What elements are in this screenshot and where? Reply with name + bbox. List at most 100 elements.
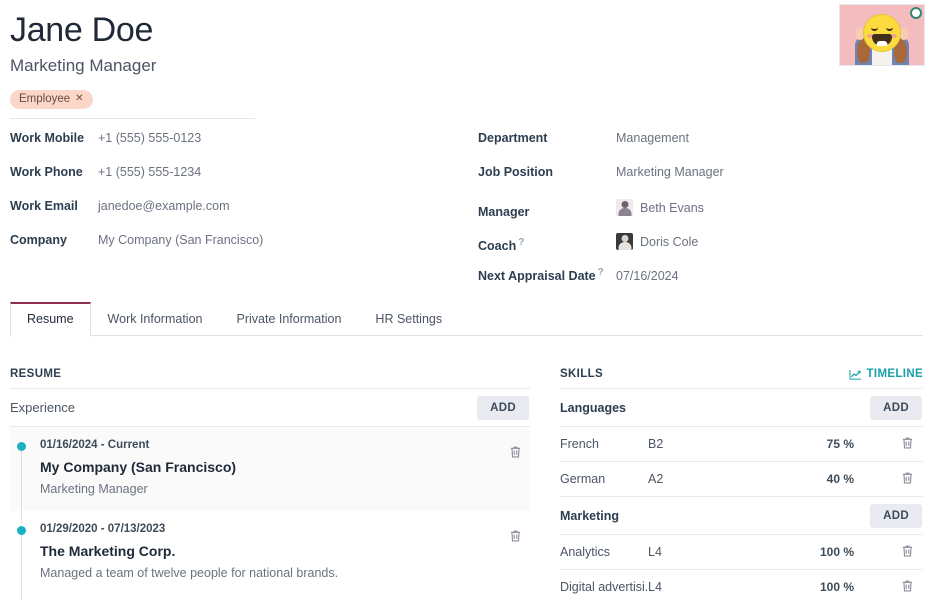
employee-profile-page: Jane Doe Marketing Manager Employee ✕ [0,0,933,600]
skill-percent: 100 % [802,580,854,594]
timeline-label: TIMELINE [867,368,923,380]
help-icon[interactable]: ? [518,237,524,248]
job-title-subtitle: Marketing Manager [10,53,923,79]
field-value[interactable]: My Company (San Francisco) [98,233,263,247]
divider [10,118,255,119]
avatar-head-icon [621,235,628,242]
resume-entry-title: The Marketing Corp. [40,540,530,562]
field-label: Work Mobile [10,131,98,145]
fields-left-column: Work Mobile +1 (555) 555-0123 Work Phone… [10,131,450,267]
page-title: Jane Doe [10,8,923,52]
field-label: Work Email [10,199,98,213]
field-label: Coach? [478,237,616,253]
field-value-person[interactable]: Beth Evans [616,199,704,216]
resume-entry-description: Marketing Manager [40,479,530,499]
resume-panel-title: RESUME [10,352,530,389]
tag-employee[interactable]: Employee ✕ [10,90,93,109]
resume-title-label: RESUME [10,368,61,380]
field-label: Manager [478,205,616,219]
field-job-position: Job Position Marketing Manager [478,165,918,199]
resume-entry-date: 01/16/2024 - Current [40,437,530,454]
avatar-eye-right-icon [886,27,893,31]
avatar-hand-right-icon [900,27,908,40]
help-icon[interactable]: ? [598,267,604,278]
skill-level: L4 [648,580,710,594]
skill-percent: 75 % [802,437,854,451]
field-value-person[interactable]: Doris Cole [616,233,698,250]
skill-row[interactable]: Digital advertisi... L4 100 % [560,570,923,600]
smiley-face-icon [863,14,901,52]
trash-icon[interactable] [854,471,923,488]
field-value[interactable]: Management [616,131,689,145]
skill-group-label: Marketing [560,509,619,523]
field-next-appraisal-date: Next Appraisal Date? 07/16/2024 [478,267,918,301]
field-label: Work Phone [10,165,98,179]
avatar-mouth-icon [872,34,892,46]
field-manager: Manager Beth Evans [478,199,918,233]
avatar-shoulders-icon [618,242,631,250]
field-label: Next Appraisal Date? [478,267,616,283]
tab-resume[interactable]: Resume [10,302,91,337]
resume-entry-description: Managed a team of twelve people for nati… [40,563,530,583]
field-department: Department Management [478,131,918,165]
tab-private-information[interactable]: Private Information [220,302,359,336]
skill-percent: 40 % [802,472,854,486]
field-value[interactable]: +1 (555) 555-0123 [98,131,201,145]
skill-group-languages: Languages ADD [560,389,923,427]
skill-percent: 100 % [802,545,854,559]
skill-row[interactable]: Analytics L4 100 % [560,535,923,570]
skills-title-label: SKILLS [560,368,603,380]
avatar-teeth-icon [877,41,888,46]
field-value[interactable]: janedoe@example.com [98,199,230,213]
skills-panel: SKILLS TIMELINE Languages ADD [560,352,923,600]
trash-icon[interactable] [854,544,923,561]
skill-group-marketing: Marketing ADD [560,497,923,535]
close-icon[interactable]: ✕ [75,92,83,106]
field-work-email: Work Email janedoe@example.com [10,199,450,233]
field-value[interactable]: 07/16/2024 [616,269,679,283]
field-value[interactable]: +1 (555) 555-1234 [98,165,201,179]
tab-work-information[interactable]: Work Information [91,302,220,336]
add-marketing-skill-button[interactable]: ADD [870,504,922,528]
skill-row[interactable]: German A2 40 % [560,462,923,497]
field-work-phone: Work Phone +1 (555) 555-1234 [10,165,450,199]
add-language-skill-button[interactable]: ADD [870,396,922,420]
fields-area: Work Mobile +1 (555) 555-0123 Work Phone… [0,131,933,291]
field-value[interactable]: Marketing Manager [616,165,724,179]
resume-entry[interactable]: 01/29/2020 - 07/13/2023 The Marketing Co… [10,511,530,595]
trash-icon[interactable] [854,579,923,596]
timeline-dot-icon [17,526,26,535]
tab-hr-settings[interactable]: HR Settings [358,302,459,336]
fields-right-column: Department Management Job Position Marke… [478,131,918,301]
resume-entry[interactable]: 01/16/2024 - Current My Company (San Fra… [10,427,530,511]
timeline-line [21,535,22,600]
trash-icon[interactable] [854,436,923,453]
timeline-button[interactable]: TIMELINE [849,368,923,380]
timeline-dot-icon [17,442,26,451]
tag-row: Employee ✕ [10,89,923,109]
avatar-eye-left-icon [871,27,878,31]
resume-panel: RESUME Experience ADD 01/16/2024 - Curre… [10,352,530,595]
skill-name: Digital advertisi... [560,580,648,594]
field-label: Department [478,131,616,145]
trash-icon[interactable] [509,529,522,543]
skill-level: L4 [648,545,710,559]
field-work-mobile: Work Mobile +1 (555) 555-0123 [10,131,450,165]
field-coach: Coach? Doris Cole [478,233,918,267]
resume-section-experience: Experience ADD [10,389,530,427]
tab-bar: Resume Work Information Private Informat… [10,302,923,336]
avatar[interactable] [839,4,925,66]
tag-employee-label: Employee [19,92,70,106]
skill-name: French [560,437,648,451]
resume-entry-title: My Company (San Francisco) [40,456,530,478]
avatar-coach-icon [616,233,633,250]
line-chart-icon [849,369,862,380]
skill-row[interactable]: French B2 75 % [560,427,923,462]
avatar-head-icon [621,201,628,208]
trash-icon[interactable] [509,445,522,459]
skill-level: B2 [648,437,710,451]
add-experience-button[interactable]: ADD [477,396,529,420]
skill-level: A2 [648,472,710,486]
avatar-shoulders-icon [618,208,631,216]
field-value: Beth Evans [640,201,704,215]
